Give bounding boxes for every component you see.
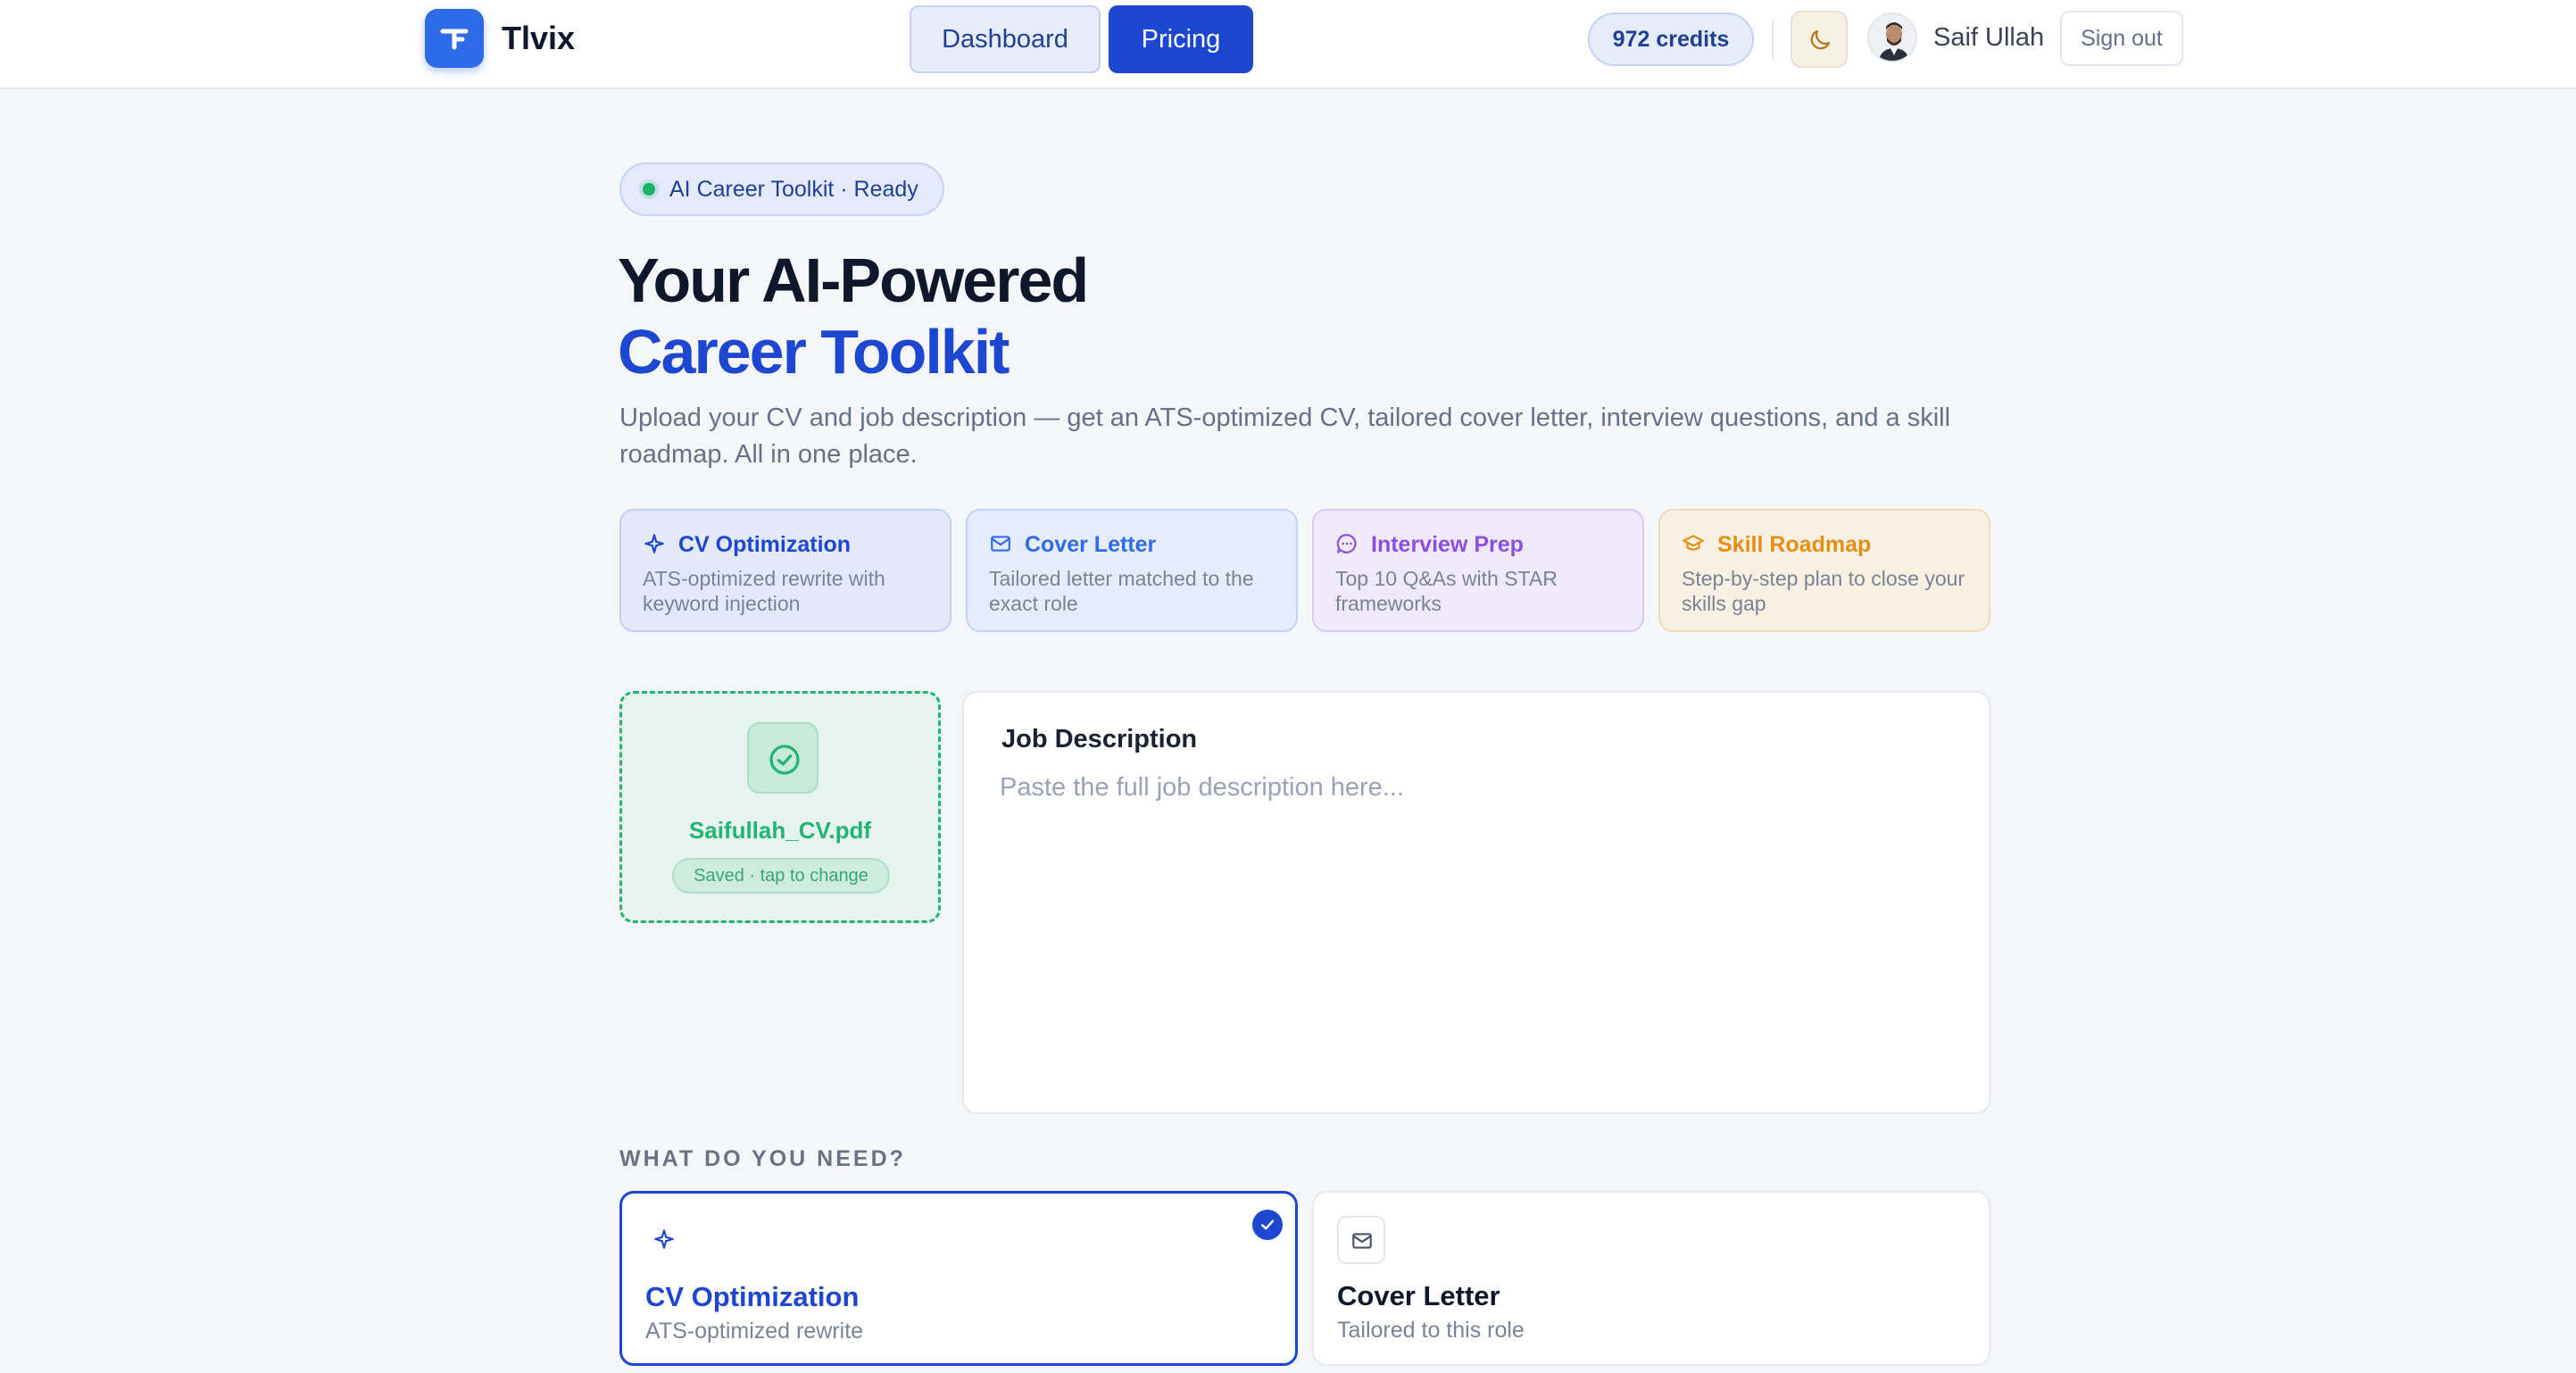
- feature-title: Cover Letter: [1025, 532, 1157, 557]
- chat-bubble-icon: [1336, 534, 1357, 553]
- selected-check-icon: [1252, 1210, 1283, 1240]
- status-text: AI Career Toolkit · Ready: [669, 176, 918, 202]
- feature-description: Top 10 Q&As with STAR frameworks: [1335, 567, 1558, 615]
- mail-icon: [991, 536, 1010, 552]
- option-title: Cover Letter: [1337, 1280, 1500, 1311]
- job-description-input[interactable]: [1000, 773, 1955, 1086]
- option-title: CV Optimization: [645, 1281, 860, 1312]
- brand-name[interactable]: Tlvix: [502, 20, 575, 57]
- feature-title: Skill Roadmap: [1717, 532, 1872, 557]
- check-circle-icon: [747, 722, 819, 794]
- user-avatar[interactable]: [1867, 12, 1917, 62]
- feature-description: Tailored letter matched to the exact rol…: [989, 567, 1254, 615]
- sign-out-button[interactable]: Sign out: [2060, 11, 2183, 66]
- user-name[interactable]: Saif Ullah: [1933, 23, 2044, 53]
- page-subtitle: Upload your CV and job description — get…: [619, 404, 1951, 469]
- sparkle-icon: [654, 1229, 674, 1249]
- section-heading: WHAT DO YOU NEED?: [619, 1146, 906, 1171]
- moon-icon: [1810, 29, 1831, 50]
- job-description-label: Job Description: [1001, 725, 1198, 753]
- option-card-cv-optimization[interactable]: CV Optimization ATS-optimized rewrite: [619, 1191, 1298, 1366]
- nav-dashboard-button[interactable]: Dashboard: [910, 5, 1101, 73]
- feature-title: Interview Prep: [1371, 532, 1524, 557]
- mail-icon: [1337, 1216, 1385, 1264]
- job-description-panel: Job Description: [962, 691, 1990, 1114]
- option-description: Tailored to this role: [1337, 1318, 1525, 1343]
- page-title-line-2: Career Toolkit: [618, 317, 1010, 387]
- feature-card-skill-roadmap: Skill Roadmap Step-by-step plan to close…: [1658, 509, 1990, 632]
- status-dot-icon: [643, 183, 655, 196]
- header-divider: [1772, 20, 1774, 59]
- logo-icon[interactable]: [425, 9, 484, 68]
- feature-card-cv-optimization: CV Optimization ATS-optimized rewrite wi…: [619, 509, 951, 632]
- nav-pricing-button[interactable]: Pricing: [1109, 5, 1253, 73]
- upload-status-badge[interactable]: Saved · tap to change: [672, 858, 890, 894]
- credits-badge[interactable]: 972 credits: [1588, 12, 1754, 66]
- feature-card-interview-prep: Interview Prep Top 10 Q&As with STAR fra…: [1312, 509, 1644, 632]
- option-card-cover-letter[interactable]: Cover Letter Tailored to this role: [1312, 1191, 1990, 1366]
- feature-description: ATS-optimized rewrite with keyword injec…: [643, 567, 885, 615]
- top-navigation-bar: Tlvix Dashboard Pricing 972 credits Saif…: [0, 0, 2576, 89]
- graduation-cap-icon: [1683, 535, 1704, 551]
- uploaded-file-name: Saifullah_CV.pdf: [688, 817, 872, 844]
- feature-card-cover-letter: Cover Letter Tailored letter matched to …: [966, 509, 1298, 632]
- sparkle-icon: [644, 534, 664, 553]
- page-title-line-1: Your AI-Powered: [618, 245, 1089, 315]
- feature-description: Step-by-step plan to close your skills g…: [1682, 567, 1965, 615]
- option-description: ATS-optimized rewrite: [645, 1319, 864, 1344]
- status-badge: AI Career Toolkit · Ready: [619, 162, 944, 216]
- theme-toggle-button[interactable]: [1791, 11, 1848, 68]
- cv-upload-dropzone[interactable]: Saifullah_CV.pdf Saved · tap to change: [619, 691, 941, 923]
- feature-title: CV Optimization: [678, 532, 852, 557]
